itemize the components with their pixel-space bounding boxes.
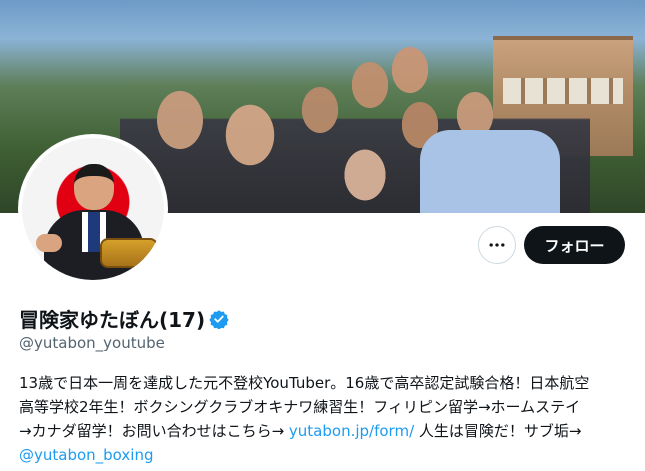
bio-website-link[interactable]: yutabon.jp/form/ xyxy=(289,422,414,440)
profile-bio: 13歳で日本一周を達成した元不登校YouTuber。16歳で高卒認定試験合格！日… xyxy=(19,371,629,467)
bio-line-3-tail: 人生は冒険だ！サブ垢→ xyxy=(414,422,582,440)
more-horizontal-icon xyxy=(489,243,505,247)
avatar-head xyxy=(74,164,114,210)
avatar-image xyxy=(22,138,164,280)
follow-button[interactable]: フォロー xyxy=(524,226,625,264)
bio-line-1: 13歳で日本一周を達成した元不登校YouTuber。16歳で高卒認定試験合格！日… xyxy=(19,374,590,392)
bio-line-2: 高等学校2年生！ボクシングクラブオキナワ練習生！フィリピン留学→ホームステイ xyxy=(19,398,581,416)
bio-line-3-text: →カナダ留学！お問い合わせはこちら→ xyxy=(19,422,289,440)
display-name: 冒険家ゆたぼん(17) xyxy=(19,308,206,332)
avatar-hand xyxy=(36,234,62,252)
name-row: 冒険家ゆたぼん(17) xyxy=(19,304,229,333)
user-handle: @yutabon_youtube xyxy=(19,334,165,352)
verified-badge-icon[interactable] xyxy=(209,309,229,329)
banner-shirt xyxy=(420,130,560,213)
bio-line-3: →カナダ留学！お問い合わせはこちら→ yutabon.jp/form/ 人生は冒… xyxy=(19,419,629,443)
avatar[interactable] xyxy=(18,134,168,284)
bio-mention-link[interactable]: @yutabon_boxing xyxy=(19,446,153,464)
bio-line-4: @yutabon_boxing xyxy=(19,443,629,467)
more-options-button[interactable] xyxy=(478,226,516,264)
avatar-championship-belt xyxy=(100,238,158,268)
